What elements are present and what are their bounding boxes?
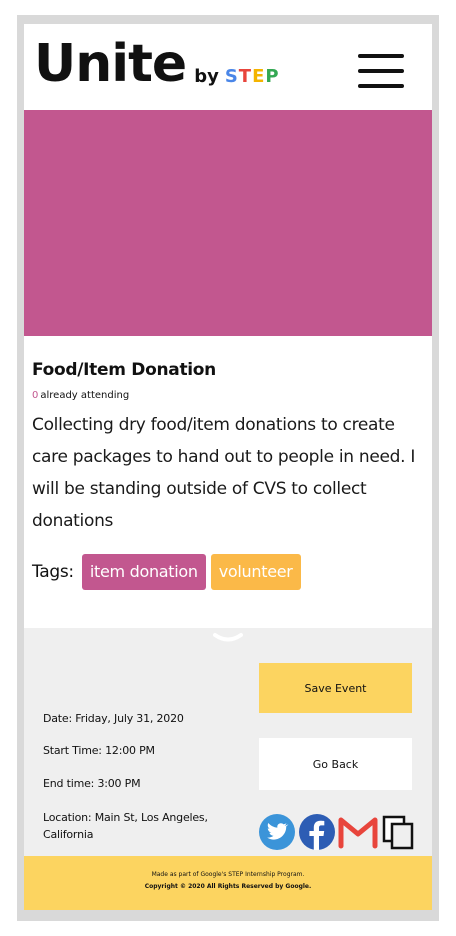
hamburger-line — [358, 69, 404, 73]
logo-by: by — [194, 66, 219, 87]
event-details-panel: Date: Friday, July 31, 2020 Start Time: … — [24, 628, 432, 856]
logo-step-e: E — [252, 66, 266, 87]
footer: Made as part of Google's STEP Internship… — [24, 856, 432, 910]
event-description: Collecting dry food/item donations to cr… — [32, 415, 416, 531]
event-hero-image — [24, 110, 432, 336]
app-container: Unite by STEP Food/Item Donation 0 alread… — [24, 24, 432, 910]
logo-step-p: P — [265, 66, 280, 87]
twitter-icon[interactable] — [259, 814, 295, 850]
logo-step: STEP — [225, 66, 280, 88]
attending-label: already attending — [40, 390, 130, 401]
logo-step-s: S — [224, 66, 239, 87]
footer-credit: Made as part of Google's STEP Internship… — [151, 871, 305, 878]
header: Unite by STEP — [24, 24, 432, 110]
tags-label: Tags: — [32, 562, 74, 582]
logo-step-t: T — [238, 66, 253, 87]
tag-volunteer[interactable]: volunteer — [210, 554, 301, 590]
tags-row: Tags: item donation volunteer — [32, 554, 306, 590]
attending-count: 0 — [32, 390, 39, 401]
go-back-button[interactable]: Go Back — [259, 738, 412, 790]
event-date: Date: Friday, July 31, 2020 — [43, 712, 184, 725]
attending-info: 0 already attending — [32, 390, 129, 401]
logo-unite: Unite — [34, 34, 187, 94]
hamburger-menu-icon[interactable] — [358, 52, 404, 90]
event-end-time: End time: 3:00 PM — [43, 777, 141, 790]
hamburger-line — [358, 84, 404, 88]
facebook-icon[interactable] — [299, 814, 335, 850]
gmail-icon[interactable] — [338, 814, 378, 850]
copy-link-icon[interactable] — [381, 814, 417, 850]
hamburger-line — [358, 54, 404, 58]
chevron-down-icon[interactable] — [213, 632, 243, 644]
event-location: Location: Main St, Los Angeles, Californ… — [43, 811, 208, 841]
save-event-button[interactable]: Save Event — [259, 663, 412, 713]
logo[interactable]: Unite by STEP — [34, 36, 280, 92]
event-title: Food/Item Donation — [32, 360, 216, 380]
event-start-time: Start Time: 12:00 PM — [43, 744, 155, 757]
tag-item-donation[interactable]: item donation — [81, 554, 206, 590]
footer-copyright: Copyright © 2020 All Rights Reserved by … — [144, 883, 312, 890]
